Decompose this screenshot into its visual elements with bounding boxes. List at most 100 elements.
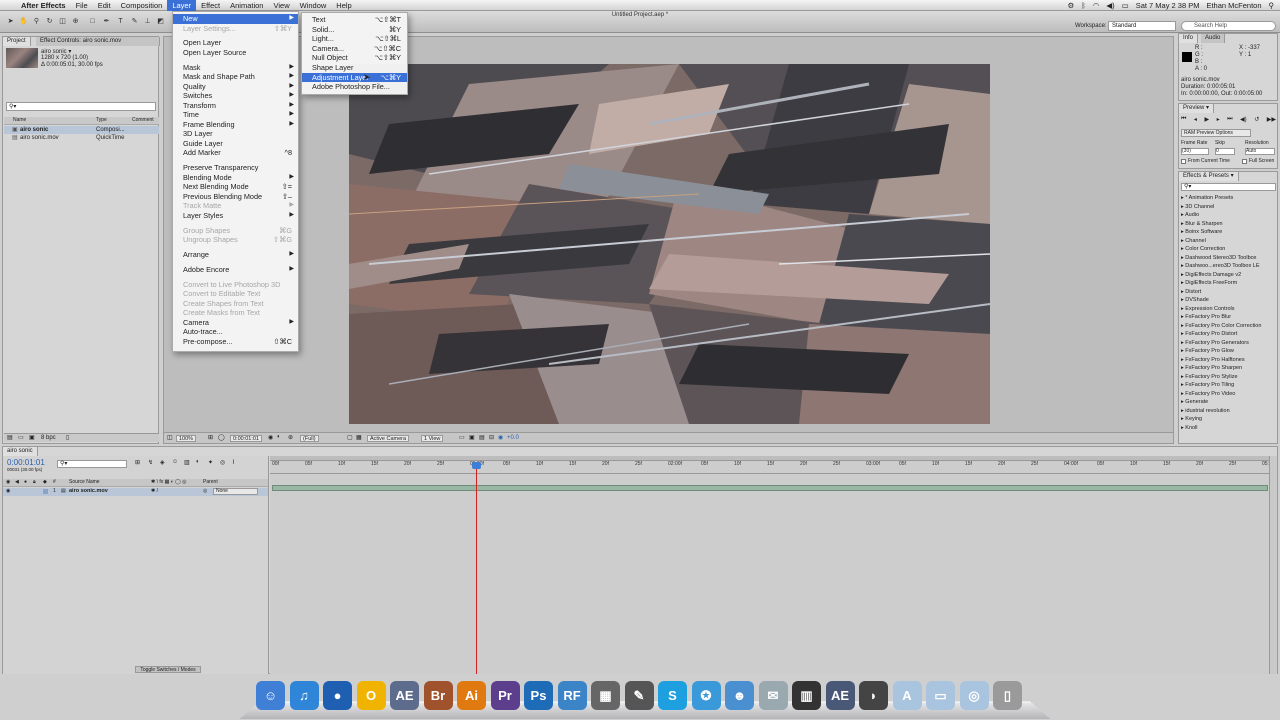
from-current-time-checkbox[interactable] bbox=[1181, 159, 1186, 164]
applications-folder-icon[interactable]: A bbox=[892, 681, 922, 710]
menu-composition[interactable]: Composition bbox=[116, 0, 168, 11]
layer-label-swatch[interactable] bbox=[43, 489, 48, 494]
time-graph[interactable]: 00f05f10f15f20f25f01:00f05f10f15f20f25f0… bbox=[270, 456, 1275, 674]
col-source-name[interactable]: Source Name bbox=[69, 479, 100, 485]
layer-switches-icon[interactable]: ✱ / bbox=[151, 488, 158, 494]
col-parent[interactable]: Parent bbox=[203, 479, 218, 485]
list-item[interactable]: ▸ FxFactory Pro Stylize bbox=[1181, 373, 1238, 382]
list-item[interactable]: ▸ Distort bbox=[1181, 288, 1201, 297]
timeline-scrollbar[interactable] bbox=[1269, 456, 1277, 674]
transparency-grid-icon[interactable]: ▦ bbox=[356, 434, 362, 441]
brainstorm-icon[interactable]: ✦ bbox=[208, 459, 213, 466]
photoshop-icon[interactable]: Ps bbox=[524, 681, 553, 710]
mask-visibility-icon[interactable]: ◯ bbox=[218, 434, 225, 441]
menu-item[interactable]: 3D Layer bbox=[173, 129, 298, 139]
zoom-tool-icon[interactable]: ⚲ bbox=[32, 17, 41, 26]
label-color-icon[interactable]: ◆ bbox=[43, 479, 47, 485]
toggle-pixel-aspect-icon[interactable]: ▭ bbox=[459, 434, 465, 441]
menu-item[interactable]: Solid... ⌘Y bbox=[302, 25, 407, 35]
feather-icon[interactable]: ✎ bbox=[624, 681, 654, 710]
menu-item[interactable]: Camera ▶ bbox=[173, 318, 298, 328]
tab-effects-presets[interactable]: Effects & Presets ▾ bbox=[1179, 172, 1239, 181]
menu-item[interactable]: Guide Layer bbox=[173, 139, 298, 149]
hide-shy-layers-icon[interactable]: ☺ bbox=[172, 459, 178, 465]
current-time-indicator[interactable] bbox=[476, 462, 477, 674]
layer-duration-bar[interactable] bbox=[272, 485, 1268, 491]
menu-item[interactable]: Frame Blending ▶ bbox=[173, 120, 298, 130]
list-item[interactable]: ▸ Color Correction bbox=[1181, 245, 1225, 254]
rectangle-tool-icon[interactable]: □ bbox=[88, 17, 97, 26]
menu-item[interactable]: Shape Layer bbox=[302, 63, 407, 73]
list-item[interactable]: ▸ Audio bbox=[1181, 211, 1199, 220]
safari-icon[interactable]: ✪ bbox=[691, 681, 721, 710]
downloads-folder-icon[interactable]: ◎ bbox=[959, 681, 989, 710]
selection-tool-icon[interactable]: ➤ bbox=[6, 17, 15, 26]
menu-view[interactable]: View bbox=[268, 0, 294, 11]
list-item[interactable]: ▸ FxFactory Pro Tiling bbox=[1181, 381, 1234, 390]
documents-folder-icon[interactable]: ▭ bbox=[926, 681, 955, 710]
pan-behind-tool-icon[interactable]: ⊕ bbox=[71, 17, 80, 26]
illustrator-icon[interactable]: Ai bbox=[457, 681, 486, 710]
menu-item[interactable]: Light... ⌥⇧⌘L bbox=[302, 34, 407, 44]
col-comment[interactable]: Comment bbox=[132, 117, 154, 123]
channel-icon[interactable]: ⊛ bbox=[288, 434, 293, 441]
list-item[interactable]: ▸ DigiEffects Damage v2 bbox=[1181, 271, 1241, 280]
menu-item[interactable]: Next Blending Mode ⇧= bbox=[173, 182, 298, 192]
video-switch-icon[interactable]: ◉ bbox=[6, 479, 10, 485]
list-item[interactable]: ▸ DigiEffects FreeForm bbox=[1181, 279, 1237, 288]
frame-blending-icon[interactable]: ▥ bbox=[184, 459, 190, 466]
menu-item[interactable]: Transform ▶ bbox=[173, 101, 298, 111]
timeline-search-input[interactable]: ⚲▾ bbox=[57, 460, 127, 468]
spotlight-icon[interactable]: ⚲ bbox=[1269, 1, 1275, 10]
first-frame-icon[interactable]: ⏮ bbox=[1181, 116, 1186, 124]
list-item[interactable]: ▸ FxFactory Pro Sharpen bbox=[1181, 364, 1242, 373]
region-of-interest-icon[interactable]: ▢ bbox=[347, 434, 353, 441]
auto-keyframe-icon[interactable]: ◎ bbox=[220, 459, 225, 466]
audio-switch-icon[interactable]: ◀ bbox=[15, 479, 19, 485]
menu-item[interactable]: Preserve Transparency bbox=[173, 163, 298, 173]
clone-stamp-tool-icon[interactable]: ⊥ bbox=[143, 17, 152, 26]
fast-previews-icon[interactable]: ▣ bbox=[469, 434, 475, 441]
menu-item[interactable]: Time ▶ bbox=[173, 110, 298, 120]
hard-drive-icon[interactable]: ◗ bbox=[859, 681, 888, 710]
tab-preview[interactable]: Preview ▾ bbox=[1179, 104, 1215, 113]
current-time-indicator-head[interactable] bbox=[472, 462, 481, 469]
tab-project[interactable]: Project bbox=[3, 37, 31, 46]
menu-item[interactable]: Quality ▶ bbox=[173, 82, 298, 92]
bridge-icon[interactable]: Br bbox=[423, 681, 453, 710]
tab-effect-controls[interactable]: Effect Controls: airo sonic.mov bbox=[36, 37, 160, 46]
list-item[interactable]: ▸ Generate bbox=[1181, 398, 1208, 407]
menu-animation[interactable]: Animation bbox=[225, 0, 268, 11]
menu-item[interactable]: Add Marker ^8 bbox=[173, 148, 298, 158]
list-item[interactable]: ▸ Expression Controls bbox=[1181, 305, 1235, 314]
solo-switch-icon[interactable]: ● bbox=[24, 479, 27, 485]
menu-item[interactable]: Open Layer Source bbox=[173, 48, 298, 58]
user-name[interactable]: Ethan McFenton bbox=[1206, 1, 1261, 10]
menu-item[interactable]: Pre-compose... ⇧⌘C bbox=[173, 337, 298, 347]
interpret-footage-icon[interactable]: ▤ bbox=[7, 434, 13, 441]
messenger-icon[interactable]: ☻ bbox=[725, 681, 754, 710]
magnification-select[interactable]: 100% bbox=[176, 435, 197, 442]
status-icon[interactable]: ⚙ bbox=[1068, 1, 1075, 10]
volume-icon[interactable]: ◀) bbox=[1106, 1, 1114, 10]
menu-item[interactable]: Arrange ▶ bbox=[173, 250, 298, 260]
graph-editor-icon[interactable]: ⌇ bbox=[232, 459, 235, 466]
skip-select[interactable]: 0 bbox=[1215, 148, 1235, 155]
show-snapshot-icon[interactable]: ◐ bbox=[277, 434, 281, 440]
ram-preview-options-select[interactable]: RAM Preview Options bbox=[1181, 129, 1251, 137]
after-effects-2-icon[interactable]: AE bbox=[825, 681, 855, 710]
list-item[interactable]: ▸ FxFactory Pro Distort bbox=[1181, 330, 1237, 339]
parent-select[interactable]: None bbox=[213, 488, 258, 495]
after-effects-icon[interactable]: AE bbox=[390, 681, 419, 710]
hand-tool-icon[interactable]: ✋ bbox=[19, 17, 28, 26]
brush-tool-icon[interactable]: ✎ bbox=[130, 17, 139, 26]
list-item[interactable]: ▸ Blur & Sharpen bbox=[1181, 220, 1223, 229]
exposure-value[interactable]: +0.0 bbox=[507, 435, 519, 441]
pen-tool-icon[interactable]: ✒ bbox=[102, 17, 111, 26]
timeline-current-time[interactable]: 0:00:01:01 bbox=[7, 458, 45, 467]
list-item[interactable]: ▸ Dashwoo...ereo3D Toolbox LE bbox=[1181, 262, 1260, 271]
rotate-tool-icon[interactable]: ↻ bbox=[45, 17, 54, 26]
wifi-icon[interactable]: ◠ bbox=[1093, 1, 1100, 10]
menu-item[interactable]: Switches ▶ bbox=[173, 91, 298, 101]
piano-icon[interactable]: ▥ bbox=[792, 681, 821, 710]
